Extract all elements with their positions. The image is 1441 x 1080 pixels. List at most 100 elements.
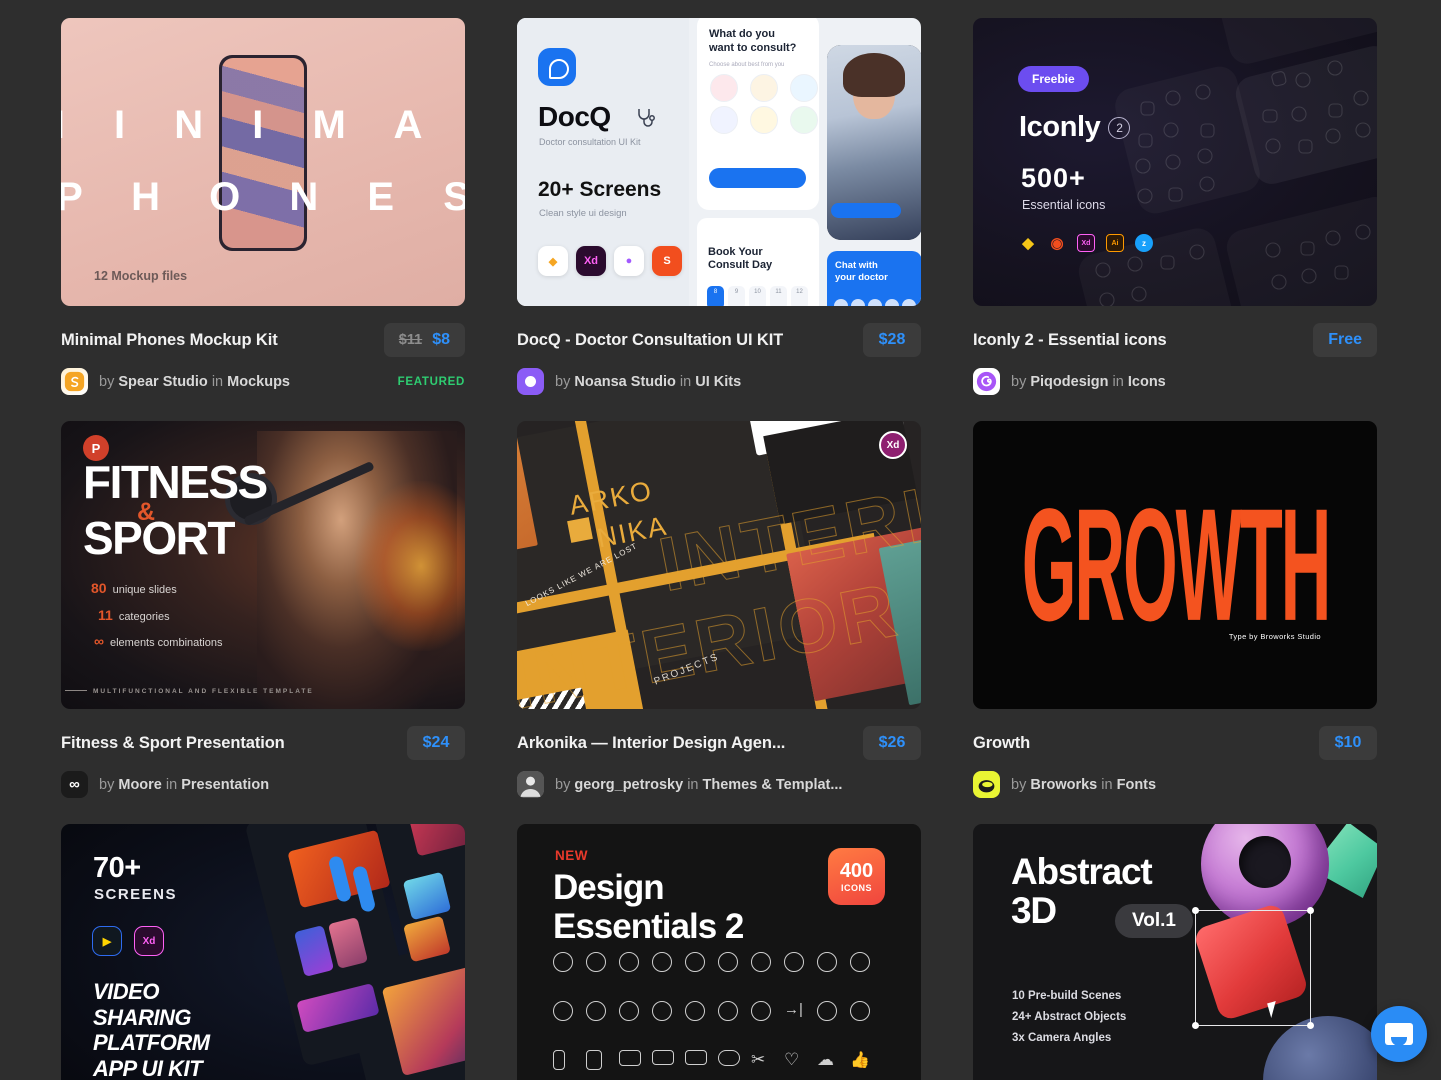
avatar — [973, 368, 1000, 395]
icon-count-badge: 400 ICONS — [828, 848, 885, 905]
price-badge[interactable]: $28 — [863, 323, 921, 357]
product-card[interactable]: M I N I M A L P H O N E S 12 Mockup file… — [61, 18, 465, 395]
author-text: by Moore in Presentation — [99, 776, 270, 793]
author-text: by Piqodesign in Icons — [1011, 373, 1166, 390]
price-current: $8 — [432, 331, 450, 348]
avatar — [517, 771, 544, 798]
refresh-icon — [850, 1001, 870, 1021]
calendar-strip[interactable]: 8 9 10 11 12 — [707, 286, 808, 306]
reply-all-circle-icon — [685, 1001, 705, 1021]
heart-icon: ♡ — [784, 1050, 800, 1069]
author-block[interactable]: by Piqodesign in Icons — [973, 368, 1166, 395]
author-text: by georg_petrosky in Themes & Templat... — [555, 776, 843, 793]
price-badge[interactable]: $11 $8 — [383, 323, 465, 357]
chevron-right-circle-icon — [817, 952, 837, 972]
video-off-icon — [685, 1050, 707, 1065]
tablet-icon — [586, 1050, 602, 1070]
product-thumbnail-fitness[interactable]: P FITNESS & SPORT 80 unique slides 11 cate… — [61, 421, 465, 709]
product-card[interactable]: Freebie Iconly 2 500+ Essential icons ◆ … — [973, 18, 1377, 395]
product-card[interactable]: DocQ Doctor consultation UI Kit 20+ Scre… — [517, 18, 921, 395]
price-current: $10 — [1334, 734, 1362, 751]
product-card[interactable]: INTERIOR INTERIOR ARKO NIKA LOOKS LIKE W… — [517, 421, 921, 798]
thumb-screens-count: 20+ Screens — [538, 178, 662, 201]
product-title[interactable]: DocQ - Doctor Consultation UI KIT — [517, 331, 783, 350]
author-block[interactable]: by Spear Studio in Mockups — [61, 368, 290, 395]
price-badge[interactable]: Free — [1313, 323, 1377, 357]
avatar — [973, 771, 1000, 798]
invision-icon: S — [652, 246, 682, 276]
product-card[interactable]: NEW Design Essentials 2 400 ICONS →| ✂ ♡… — [517, 824, 921, 1080]
product-title[interactable]: Fitness & Sport Presentation — [61, 734, 285, 753]
minus-circle-icon — [652, 952, 672, 972]
product-card[interactable]: Abstract 3D Vol.1 10 Pre-build Scenes 24+… — [973, 824, 1377, 1080]
thumb-wordmark: GROWTH — [1021, 475, 1331, 655]
doctor-video-panel — [827, 45, 921, 240]
product-title[interactable]: Growth — [973, 734, 1030, 753]
product-thumbnail-arkonika[interactable]: INTERIOR INTERIOR ARKO NIKA LOOKS LIKE W… — [517, 421, 921, 709]
icon-count-label: ICONS — [840, 882, 872, 893]
avatar — [61, 368, 88, 395]
arrow-left-circle-icon — [850, 952, 870, 972]
product-meta-top: Minimal Phones Mockup Kit $11 $8 — [61, 323, 465, 357]
thumb-credit: Type by Broworks Studio — [1228, 632, 1321, 641]
check-task-icon — [718, 1001, 738, 1021]
docq-logo-icon — [538, 48, 576, 86]
author-text: by Noansa Studio in UI Kits — [555, 373, 742, 390]
video-camera-icon — [652, 1050, 674, 1065]
mobile-icon — [553, 1050, 565, 1070]
tool-icons: ▶ Xd — [92, 926, 164, 956]
product-thumbnail-docq[interactable]: DocQ Doctor consultation UI Kit 20+ Scre… — [517, 18, 921, 306]
author-block[interactable]: ∞ by Moore in Presentation — [61, 771, 269, 798]
thumb-brand: DocQ — [538, 101, 611, 132]
icon-pattern-decoration — [1095, 60, 1371, 306]
product-thumbnail-video-sharing[interactable]: 70+ SCREENS ▶ Xd VIDEO SHARING PLATFORM APP… — [61, 824, 465, 1080]
consult-category-icons — [706, 74, 822, 134]
product-thumbnail-minimal-phones[interactable]: M I N I M A L P H O N E S 12 Mockup file… — [61, 18, 465, 306]
product-card[interactable]: P FITNESS & SPORT 80 unique slides 11 cate… — [61, 421, 465, 798]
price-current: $24 — [422, 734, 450, 751]
product-meta-bottom: by Spear Studio in Mockups FEATURED — [61, 368, 465, 395]
price-badge[interactable]: $10 — [1319, 726, 1377, 760]
panel-question: What do you want to consult? — [709, 28, 797, 54]
continue-button[interactable] — [709, 168, 806, 188]
xd-icon: Xd — [134, 926, 164, 956]
product-thumbnail-iconly[interactable]: Freebie Iconly 2 500+ Essential icons ◆ … — [973, 18, 1377, 306]
product-meta-bottom: by Noansa Studio in UI Kits — [517, 368, 921, 395]
author-block[interactable]: by Noansa Studio in UI Kits — [517, 368, 741, 395]
product-title[interactable]: Minimal Phones Mockup Kit — [61, 331, 278, 350]
save-circle-icon — [619, 1001, 639, 1021]
chat-avatars — [834, 299, 921, 306]
panel-question-sub: Choose about best from you — [709, 62, 785, 68]
panel-book: Book Your Consult Day — [708, 246, 773, 272]
product-card[interactable]: 70+ SCREENS ▶ Xd VIDEO SHARING PLATFORM APP… — [61, 824, 465, 1080]
featured-badge: FEATURED — [397, 375, 465, 388]
author-block[interactable]: by Broworks in Fonts — [973, 771, 1156, 798]
monitor-icon — [619, 1050, 641, 1066]
product-thumbnail-design-essentials[interactable]: NEW Design Essentials 2 400 ICONS →| ✂ ♡… — [517, 824, 921, 1080]
product-thumbnail-growth[interactable]: GROWTH Type by Broworks Studio — [973, 421, 1377, 709]
panel-chat: Chat with your doctor — [835, 260, 888, 283]
product-meta-bottom: by georg_petrosky in Themes & Templat... — [517, 771, 921, 798]
thumb-stat-2: 11 categories — [98, 607, 170, 623]
product-meta-top: Fitness & Sport Presentation $24 — [61, 726, 465, 760]
thumb-screens-label: SCREENS — [94, 886, 178, 903]
thumb-feature-3: 3x Camera Angles — [1012, 1032, 1112, 1044]
thumb-headline-line2: SPORT — [83, 512, 235, 564]
price-badge[interactable]: $24 — [407, 726, 465, 760]
sketch-icon: ◆ — [538, 246, 568, 276]
product-thumbnail-abstract-3d[interactable]: Abstract 3D Vol.1 10 Pre-build Scenes 24+… — [973, 824, 1377, 1080]
thumb-feature-2: 24+ Abstract Objects — [1012, 1011, 1127, 1023]
author-block[interactable]: by georg_petrosky in Themes & Templat... — [517, 771, 842, 798]
product-card[interactable]: GROWTH Type by Broworks Studio Growth $1… — [973, 421, 1377, 798]
product-title[interactable]: Iconly 2 - Essential icons — [973, 331, 1167, 350]
chat-support-button[interactable] — [1371, 1006, 1427, 1062]
thumbs-up-icon: 👍 — [850, 1052, 870, 1069]
price-badge[interactable]: $26 — [863, 726, 921, 760]
price-original: $11 — [398, 332, 423, 348]
arrow-right-circle-icon — [685, 952, 705, 972]
chevron-left-circle-icon — [718, 952, 738, 972]
thumb-subtitle: 12 Mockup files — [94, 269, 188, 283]
icon-count-number: 400 — [839, 859, 874, 882]
product-title[interactable]: Arkonika — Interior Design Agen... — [517, 734, 785, 753]
thumb-new-tag: NEW — [555, 848, 588, 863]
